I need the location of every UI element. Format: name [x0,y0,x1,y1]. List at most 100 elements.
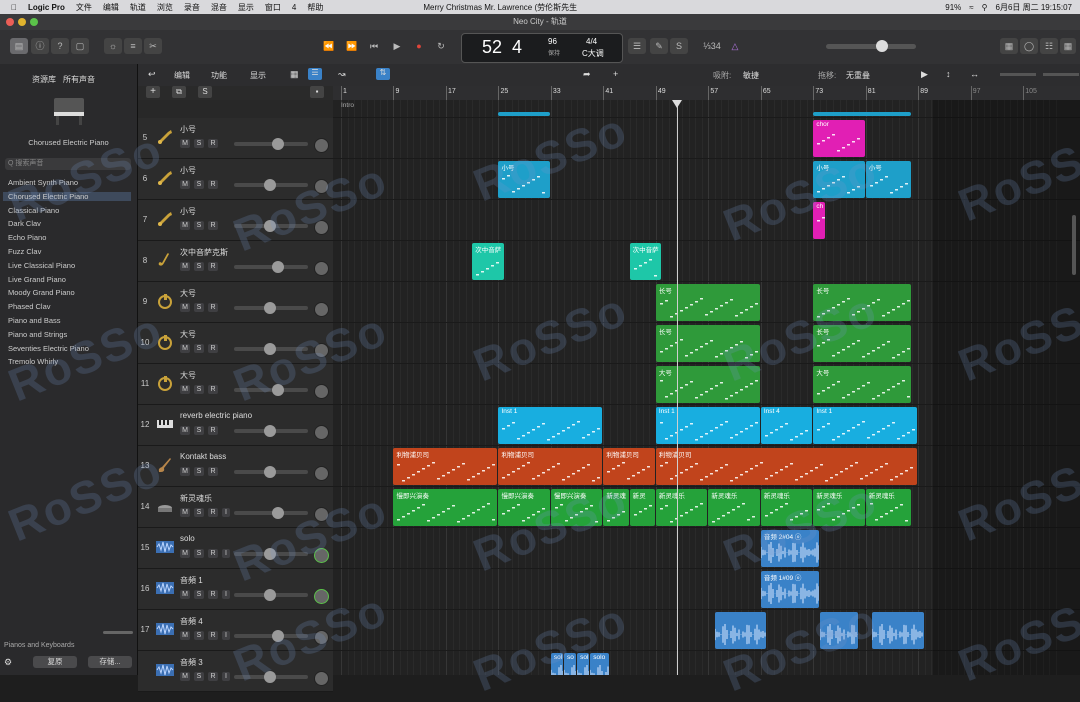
solo-button[interactable]: S [194,221,204,230]
save-button[interactable]: 存储... [88,656,132,668]
volume-slider[interactable] [234,179,308,191]
track-options-icon[interactable]: ▪ [310,86,324,98]
region[interactable]: so [564,653,577,675]
mixer-icon[interactable]: ≡ [124,38,142,54]
library-browser-icon[interactable]: ▦ [1060,38,1076,54]
menu-help[interactable]: 帮助 [307,2,323,13]
close-button[interactable] [6,18,14,26]
track-name[interactable]: 大号 [180,370,196,381]
solo-button[interactable]: S [194,139,204,148]
track-header[interactable]: 17 音頻 4 MSRI [138,610,333,651]
vertical-scrollbar[interactable] [1072,215,1076,275]
zoom-button[interactable] [30,18,38,26]
solo-button[interactable]: S [194,426,204,435]
solo-button[interactable]: S [194,262,204,271]
region[interactable]: Inst 1 [813,407,918,444]
track-header[interactable]: 12 reverb electric piano M S R [138,405,333,446]
volume-slider[interactable] [234,507,308,519]
rewind-icon[interactable]: ⏪ [320,38,338,54]
track-name[interactable]: 小号 [180,206,196,217]
volume-knob[interactable] [272,507,284,519]
region[interactable]: chor [813,120,865,157]
trumpet-icon[interactable] [156,210,174,228]
record-icon[interactable]: ● [410,38,428,54]
volume-slider[interactable] [234,384,308,396]
volume-slider[interactable] [234,671,308,683]
region[interactable] [813,112,911,116]
pan-knob[interactable] [314,630,329,645]
region[interactable]: 新灵魂乐 [708,489,760,526]
volume-knob[interactable] [272,138,284,150]
solo-button[interactable]: S [194,303,204,312]
mute-button[interactable]: M [180,385,190,394]
record-enable-button[interactable]: R [208,221,218,230]
library-item[interactable]: Piano and Strings [8,330,67,339]
menu-app[interactable]: Logic Pro [28,3,65,12]
track-name[interactable]: 音頻 3 [180,657,203,668]
inspector-icon[interactable]: ⓘ [31,38,49,54]
mute-button[interactable]: M [180,139,190,148]
volume-knob[interactable] [264,343,276,355]
pan-knob[interactable] [314,261,329,276]
region[interactable]: 新灵魂乐 [655,489,708,526]
tuba-icon[interactable] [156,374,174,392]
volume-slider[interactable] [234,425,308,437]
mute-button[interactable]: M [180,631,190,640]
track-header[interactable]: 13 Kontakt bass M S R [138,446,333,487]
pan-knob[interactable] [314,425,329,440]
region[interactable]: solo [590,653,609,675]
menu-mix[interactable]: 混音 [211,2,227,13]
menu-edit[interactable]: 编辑 [103,2,119,13]
battery-label[interactable]: 91% [945,3,961,12]
pointer-tool-icon[interactable]: ➦ [583,69,591,80]
sax-icon[interactable] [156,251,174,269]
tuba-icon[interactable] [156,333,174,351]
forward-icon[interactable]: ⏩ [343,38,361,54]
volume-knob[interactable] [272,630,284,642]
pan-knob[interactable] [314,179,329,194]
solo-button[interactable]: S [194,508,204,517]
settings-icon[interactable]: ⚙ [4,657,16,669]
region[interactable]: Inst 1 [655,407,760,444]
region[interactable]: 小号 [498,161,550,198]
menu-4[interactable]: 4 [292,3,296,12]
menu-window[interactable]: 窗口 [265,2,281,13]
region[interactable]: 大号 [655,366,760,403]
loop-browser-icon[interactable]: ◯ [1020,38,1038,54]
track-name[interactable]: 新灵魂乐 [180,493,212,504]
input-monitor-button[interactable]: I [222,672,230,681]
mute-button[interactable]: M [180,303,190,312]
now-playing[interactable]: Merry Christmas Mr. Lawrence (劳伦斯先生 [423,2,577,13]
menu-file[interactable]: 文件 [76,2,92,13]
track-name[interactable]: 大号 [180,288,196,299]
pan-knob[interactable] [314,589,329,604]
list-view-icon[interactable]: ☰ [308,68,322,80]
record-enable-button[interactable]: R [208,467,218,476]
library-tab[interactable]: 资源库 [32,74,56,85]
track-name[interactable]: 小号 [180,165,196,176]
region[interactable]: 利物浦贝司 [393,448,498,485]
browser-icon[interactable]: ☷ [1040,38,1058,54]
mute-button[interactable]: M [180,549,190,558]
region[interactable]: 慢即兴演奏 [550,489,603,526]
menu-browse[interactable]: 浏览 [157,2,173,13]
region[interactable]: 新灵魂乐 [760,489,813,526]
track-name[interactable]: Kontakt bass [180,452,226,461]
track-header[interactable]: 6 小号 M S R [138,159,333,200]
back-arrow-icon[interactable]: ↩ [148,69,156,80]
volume-knob[interactable] [264,220,276,232]
automation-icon[interactable]: ↝ [338,69,346,80]
marker-intro[interactable]: Intro [341,102,354,109]
wifi-icon[interactable]: ≈ [969,3,973,12]
library-search-input[interactable]: Q 搜索声音 [5,158,131,170]
cycle-icon[interactable]: ↻ [432,38,450,54]
track-name[interactable]: 大号 [180,329,196,340]
input-monitor-button[interactable]: I [222,508,230,517]
mute-button[interactable]: M [180,590,190,599]
trumpet-icon[interactable] [156,169,174,187]
region[interactable] [872,612,924,649]
duplicate-track-icon[interactable]: ⧉ [172,86,186,98]
region[interactable] [498,112,550,116]
keys-icon[interactable] [156,415,174,433]
list-editor-icon[interactable]: ☰ [628,38,646,54]
